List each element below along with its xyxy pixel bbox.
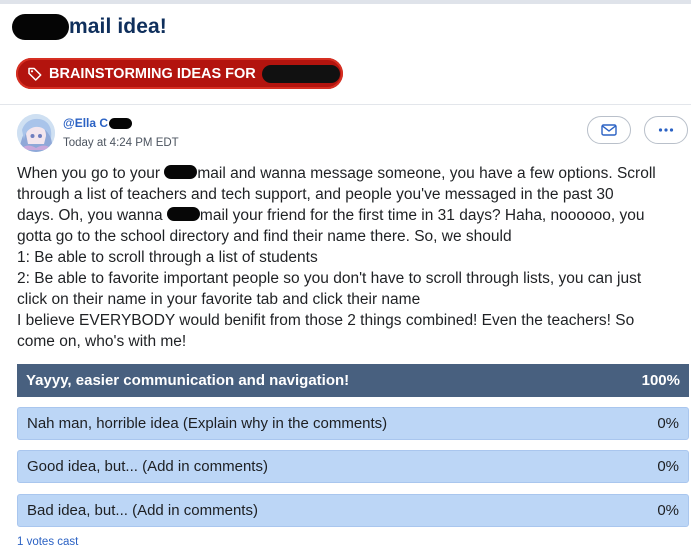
tag-icon <box>28 67 42 81</box>
poll-option-label: Good idea, but... (Add in comments) <box>27 458 268 475</box>
body-line: gotta go to the school directory and fin… <box>17 226 691 247</box>
poll-option-label: Bad idea, but... (Add in comments) <box>27 502 258 519</box>
body-line: 1: Be able to scroll through a list of s… <box>17 247 691 268</box>
poll-option-percent: 0% <box>657 415 679 432</box>
mail-icon <box>601 124 617 136</box>
top-border <box>0 0 691 4</box>
poll-option[interactable]: Bad idea, but... (Add in comments) 0% <box>17 494 689 527</box>
redaction-mark <box>166 207 200 221</box>
votes-cast-link[interactable]: 1 votes cast <box>17 536 78 548</box>
body-line: come on, who's with me! <box>17 331 691 352</box>
body-text: click on their name in your favorite tab… <box>17 291 421 308</box>
post-title: mail idea! <box>12 10 167 44</box>
body-text: When you go to your <box>17 165 165 182</box>
poll-option[interactable]: Good idea, but... (Add in comments) 0% <box>17 450 689 483</box>
body-text: I believe EVERYBODY would benifit from t… <box>17 312 635 329</box>
category-tag-label: BRAINSTORMING IDEAS FOR <box>49 65 256 82</box>
redaction-mark <box>12 14 69 40</box>
message-button[interactable] <box>587 116 631 144</box>
post-timestamp: Today at 4:24 PM EDT <box>63 137 179 149</box>
category-tag[interactable]: BRAINSTORMING IDEAS FOR <box>16 58 343 89</box>
body-text: through a list of teachers and tech supp… <box>17 186 614 203</box>
body-line: I believe EVERYBODY would benifit from t… <box>17 310 691 331</box>
poll-option-percent: 100% <box>641 372 680 389</box>
body-text: mail and wanna message someone, you have… <box>197 165 656 182</box>
body-text: 1: Be able to scroll through a list of s… <box>17 249 318 266</box>
body-text: gotta go to the school directory and fin… <box>17 228 512 245</box>
body-text: 2: Be able to favorite important people … <box>17 270 642 287</box>
redaction-mark <box>164 165 198 179</box>
author-name[interactable]: @Ella C <box>63 116 108 130</box>
body-line: days. Oh, you wanna mail your friend for… <box>17 205 691 226</box>
avatar-image <box>17 114 55 152</box>
post-body: When you go to your mail and wanna messa… <box>17 163 691 352</box>
redaction-mark <box>261 64 340 83</box>
poll-option[interactable]: Nah man, horrible idea (Explain why in t… <box>17 407 689 440</box>
body-line: through a list of teachers and tech supp… <box>17 184 691 205</box>
body-text: days. Oh, you wanna <box>17 207 167 224</box>
body-line: click on their name in your favorite tab… <box>17 289 691 310</box>
body-text: come on, who's with me! <box>17 333 187 350</box>
poll-option-label: Yayyy, easier communication and navigati… <box>26 372 350 389</box>
more-horizontal-icon <box>658 128 674 132</box>
body-line: When you go to your mail and wanna messa… <box>17 163 691 184</box>
body-line: 2: Be able to favorite important people … <box>17 268 691 289</box>
redaction-mark <box>109 117 133 129</box>
author-row: @Ella C <box>63 116 133 130</box>
avatar[interactable] <box>17 114 55 152</box>
body-text: mail your friend for the first time in 3… <box>199 207 645 224</box>
poll-option-percent: 0% <box>657 458 679 475</box>
poll-option-label: Nah man, horrible idea (Explain why in t… <box>27 415 388 432</box>
poll-option-percent: 0% <box>657 502 679 519</box>
post-title-text: mail idea! <box>69 15 167 38</box>
more-options-button[interactable] <box>644 116 688 144</box>
poll-option-winner[interactable]: Yayyy, easier communication and navigati… <box>17 364 689 397</box>
divider <box>0 104 691 105</box>
